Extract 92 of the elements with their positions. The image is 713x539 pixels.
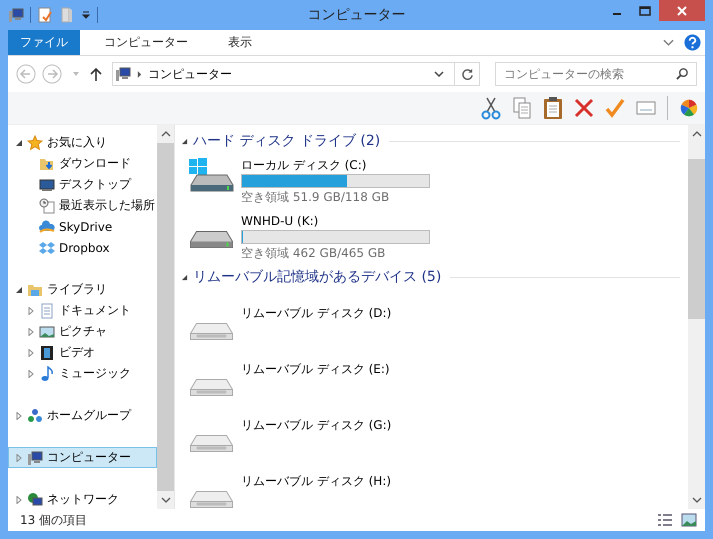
chevron-down-icon[interactable] [434,71,444,77]
collapsed-caret-icon[interactable] [27,328,35,336]
clock-document-icon [39,198,55,214]
breadcrumb-arrow-icon[interactable] [137,70,142,78]
nav-item[interactable]: ビデオ [8,342,157,363]
refresh-icon[interactable] [460,68,474,80]
drive-name: リムーバブル ディスク (E:) [241,361,390,377]
close-icon[interactable] [677,6,687,16]
cloud-icon [39,218,55,234]
removable-drive-icon [190,435,232,452]
nav-item[interactable]: SkyDrive [8,216,157,237]
search-field[interactable]: コンピューターの検索 [495,62,697,86]
expanded-caret-icon[interactable] [181,138,188,144]
large-icons-view-icon[interactable] [681,513,697,527]
free-space: 空き領域 51.9 GB/118 GB [241,189,390,205]
document-icon [39,302,55,318]
help-icon[interactable] [684,34,701,51]
scrollbar[interactable] [688,125,705,509]
drive-item[interactable]: リムーバブル ディスク (H:) [181,457,680,509]
ribbon-tab[interactable]: ファイル [8,30,80,55]
drive-name: リムーバブル ディスク (H:) [241,473,392,489]
drive-item[interactable]: リムーバブル ディスク (E:) [181,345,680,401]
music-note-icon [39,366,55,382]
nav-item[interactable]: ライブラリ [8,279,157,300]
nav-item[interactable]: コンピューター [8,447,157,468]
expanded-caret-icon[interactable] [15,286,23,294]
drive-item[interactable]: ローカル ディスク (C:) 空き領域 51.9 GB/118 GB [181,153,680,209]
address-bar[interactable]: コンピューター [112,62,480,86]
scroll-down-icon[interactable] [160,497,170,503]
nav-item[interactable]: ピクチャ [8,321,157,342]
nav-item[interactable]: ミュージック [8,363,157,384]
properties-icon[interactable] [37,7,53,23]
hard-drive-icon [190,231,232,248]
expand-ribbon-icon[interactable] [663,38,674,46]
nav-item[interactable]: ネットワーク [8,489,157,510]
collapsed-caret-icon[interactable] [15,454,23,462]
close-button[interactable] [659,0,705,21]
removable-drive-icon [190,323,232,340]
drive-item[interactable]: リムーバブル ディスク (D:) [181,289,680,345]
computer-icon [27,450,43,466]
nav-item[interactable]: お気に入り [8,132,157,153]
homegroup-icon [27,408,43,424]
collapsed-caret-icon[interactable] [15,412,23,420]
network-icon [27,492,43,508]
collapsed-caret-icon[interactable] [15,496,23,504]
drive-name: リムーバブル ディスク (D:) [241,305,392,321]
drive-name: ローカル ディスク (C:) [241,157,368,173]
removable-drive-icon [190,379,232,396]
drive-item[interactable]: WNHD-U (K:) 空き領域 462 GB/465 GB [181,209,680,265]
scroll-up-icon[interactable] [160,131,170,137]
computer-icon[interactable] [8,7,24,23]
nav-item[interactable]: ダウンロード [8,153,157,174]
group-header[interactable]: ハード ディスク ドライブ (2) [193,132,380,150]
free-space: 空き領域 462 GB/465 GB [241,245,386,261]
nav-item[interactable]: ホームグループ [8,405,157,426]
item-count: 13 個の項目 [20,512,88,528]
scrollbar[interactable] [157,125,174,509]
window-title: コンピューター [308,6,406,24]
monitor-icon [39,176,55,192]
collapsed-caret-icon[interactable] [27,348,35,356]
scroll-up-icon[interactable] [692,131,702,137]
expanded-caret-icon[interactable] [15,138,23,146]
picture-icon [39,324,55,340]
drive-name: WNHD-U (K:) [241,213,320,229]
nav-item[interactable]: デスクトップ [8,174,157,195]
scissors-icon[interactable] [481,96,501,120]
drive-item[interactable]: リムーバブル ディスク (G:) [181,401,680,457]
film-icon [39,344,55,360]
delete-x-icon[interactable] [574,96,594,120]
drive-name: リムーバブル ディスク (G:) [241,417,392,433]
nav-item[interactable]: 最近表示した場所 [8,195,157,216]
ribbon-tab[interactable]: 表示 [212,30,268,55]
group-header[interactable]: リムーバブル記憶域があるデバイス (5) [193,268,442,286]
expanded-caret-icon[interactable] [181,274,188,280]
star-icon [27,134,43,150]
clipboard-icon[interactable] [543,96,563,120]
maximize-icon[interactable] [639,6,651,16]
collapsed-caret-icon[interactable] [27,306,35,314]
computer-icon [115,66,131,82]
copy-icon[interactable] [512,96,532,120]
checkmark-icon[interactable] [605,96,625,120]
nav-item[interactable]: ドキュメント [8,300,157,321]
breadcrumb[interactable]: コンピューター [148,66,232,82]
up-arrow-icon[interactable] [90,67,102,81]
search-icon[interactable] [676,67,689,80]
details-view-icon[interactable] [657,513,673,527]
ribbon-tab[interactable]: コンピューター [88,30,204,55]
removable-drive-icon [190,491,232,508]
scroll-down-icon[interactable] [692,497,702,503]
nav-item[interactable]: Dropbox [8,237,157,258]
customize-dropdown-icon[interactable] [81,10,91,20]
collapsed-caret-icon[interactable] [27,370,35,378]
